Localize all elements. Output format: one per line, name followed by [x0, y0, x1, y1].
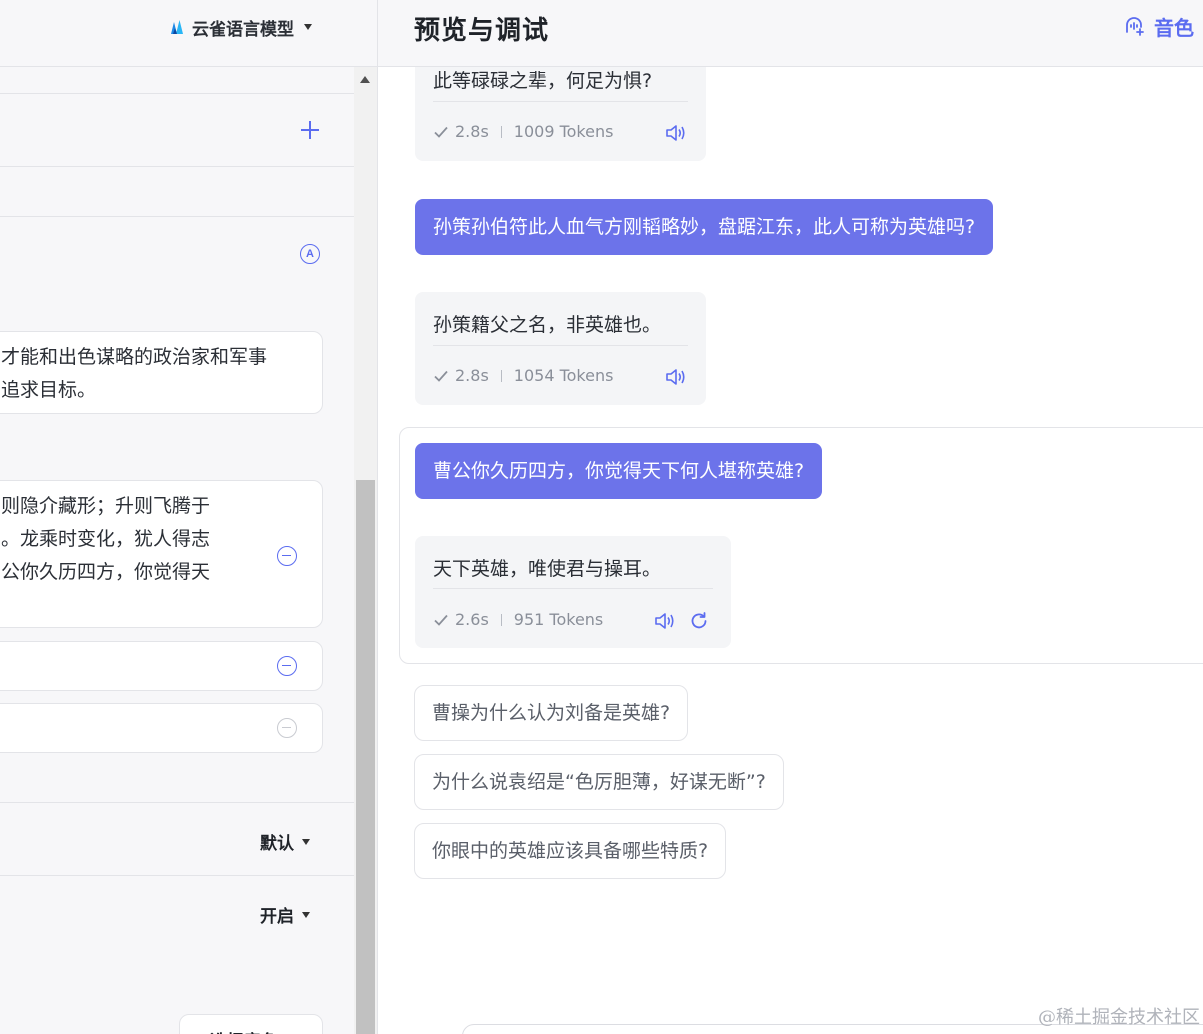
example-text-line: 。龙乘时变化，犹人得志: [1, 528, 211, 550]
bot-message: 天下英雄，唯使君与操耳。 2.6s 951 Tokens: [415, 536, 731, 648]
refresh-icon[interactable]: [689, 611, 709, 631]
user-message: 曹公你久历四方，你觉得天下何人堪称英雄?: [415, 443, 823, 499]
example-text-line: 则隐介藏形；升则飞腾于: [1, 495, 211, 517]
meta-separator: [500, 369, 502, 382]
bot-message-text: 此等碌碌之辈，何足为惧?: [433, 70, 653, 92]
check-icon: [434, 370, 448, 382]
scrollbar-thumb[interactable]: [356, 480, 375, 1034]
config-panel: 云雀语言模型 A 才能和出色谋略的政治家和军事 追求目标。 则隐介藏形；升则飞腾…: [0, 0, 377, 1034]
divider: [0, 802, 354, 803]
config-header: 云雀语言模型: [0, 0, 377, 67]
suggested-question[interactable]: 曹操为什么认为刘备是英雄?: [414, 685, 689, 741]
token-count: 1054 Tokens: [513, 366, 614, 385]
model-name: 云雀语言模型: [192, 19, 294, 40]
divider: [433, 345, 688, 346]
divider: [0, 93, 354, 94]
plus-icon[interactable]: [299, 119, 321, 141]
role-text-line: 追求目标。: [1, 379, 97, 401]
watermark: @稀土掘金技术社区: [1038, 1007, 1200, 1028]
model-logo-icon: [171, 20, 183, 34]
response-time: 2.6s: [455, 610, 489, 629]
suggested-question[interactable]: 你眼中的英雄应该具备哪些特质?: [414, 823, 727, 879]
token-count: 1009 Tokens: [513, 122, 614, 141]
timbre-button[interactable]: 音色: [1122, 12, 1194, 40]
caret-down-icon: [304, 24, 312, 30]
default-dropdown[interactable]: 默认: [260, 829, 310, 854]
meta-separator: [500, 125, 502, 138]
scrollbar[interactable]: [354, 67, 377, 1034]
speaker-icon[interactable]: [664, 123, 686, 143]
role-description-card[interactable]: 才能和出色谋略的政治家和军事 追求目标。: [0, 331, 323, 414]
user-message: 孙策孙伯符此人血气方刚韬略妙，盘踞江东，此人可称为英雄吗?: [415, 199, 994, 255]
ai-icon[interactable]: A: [300, 244, 320, 264]
example-dialog-card[interactable]: 则隐介藏形；升则飞腾于 。龙乘时变化，犹人得志 公你久历四方，你觉得天: [0, 480, 323, 628]
timbre-icon: [1126, 17, 1144, 36]
caret-down-icon: [302, 911, 310, 918]
meta-separator: [500, 613, 502, 626]
example-dialog-card[interactable]: [0, 703, 323, 753]
example-dialog-card[interactable]: [0, 641, 323, 691]
response-time: 2.8s: [455, 366, 489, 385]
divider: [433, 101, 688, 102]
scroll-up-arrow-icon[interactable]: [360, 76, 370, 83]
speaker-icon[interactable]: [664, 367, 686, 387]
message-meta: 2.6s 951 Tokens: [433, 610, 603, 629]
model-select[interactable]: 云雀语言模型: [168, 14, 312, 40]
select-voice-button[interactable]: 选择音色: [179, 1014, 323, 1034]
speaker-icon[interactable]: [653, 611, 675, 631]
divider: [433, 588, 713, 589]
dropdown-value: 开启: [260, 907, 294, 927]
role-text-line: 才能和出色谋略的政治家和军事: [1, 346, 268, 368]
token-count: 951 Tokens: [513, 610, 604, 629]
response-time: 2.8s: [455, 122, 489, 141]
preview-panel: 此等碌碌之辈，何足为惧? 2.8s 1009 Tokens 预览与调试 音色 孙…: [378, 0, 1203, 1034]
timbre-label: 音色: [1154, 15, 1194, 40]
check-icon: [434, 614, 448, 626]
message-meta: 2.8s 1054 Tokens: [433, 366, 613, 385]
caret-down-icon: [302, 838, 310, 845]
suggested-question[interactable]: 为什么说袁绍是“色厉胆薄，好谋无断”?: [414, 754, 784, 810]
app-root: 云雀语言模型 A 才能和出色谋略的政治家和军事 追求目标。 则隐介藏形；升则飞腾…: [0, 0, 1203, 1034]
remove-icon-disabled: [277, 718, 297, 738]
bot-message: 孙策籍父之名，非英雄也。 2.8s 1054 Tokens: [415, 292, 706, 405]
toggle-dropdown[interactable]: 开启: [260, 902, 310, 927]
message-meta: 2.8s 1009 Tokens: [433, 122, 613, 141]
remove-icon[interactable]: [277, 546, 297, 566]
divider: [0, 216, 354, 217]
example-text-line: 公你久历四方，你觉得天: [1, 561, 211, 583]
remove-icon[interactable]: [277, 656, 297, 676]
divider: [0, 166, 354, 167]
dropdown-value: 默认: [260, 834, 294, 854]
bot-message-text: 孙策籍父之名，非英雄也。: [433, 314, 662, 336]
bot-message-text: 天下英雄，唯使君与操耳。: [433, 558, 662, 580]
page-title: 预览与调试: [414, 16, 550, 46]
divider: [0, 875, 354, 876]
preview-header: 预览与调试 音色: [378, 0, 1203, 67]
check-icon: [434, 126, 448, 138]
